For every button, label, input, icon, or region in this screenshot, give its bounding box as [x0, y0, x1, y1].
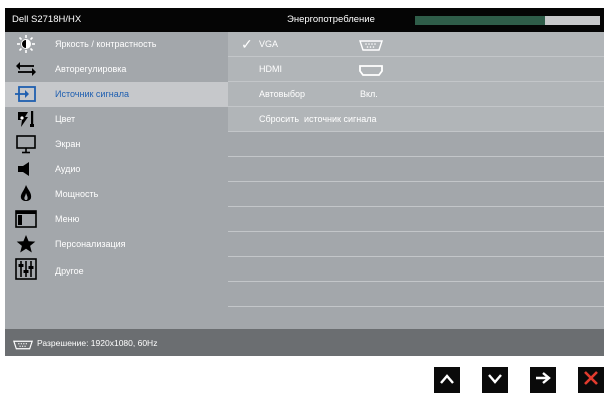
menu-item-input-source[interactable]: Источник сигнала [5, 82, 228, 107]
empty-row [228, 257, 604, 282]
menu-item-menu[interactable]: Меню [5, 207, 228, 232]
vga-port-icon [359, 38, 383, 56]
menu-item-brightness[interactable]: Яркость / контрастность [5, 32, 228, 57]
option-label: HDMI [259, 64, 282, 74]
input-source-icon [15, 83, 37, 105]
menu-item-label: Авторегулировка [55, 64, 127, 74]
down-button[interactable] [482, 367, 508, 393]
chevron-down-icon [488, 371, 502, 389]
monitor-model: Dell S2718H/HX [12, 14, 82, 25]
menu-item-label: Цвет [55, 114, 76, 124]
empty-row [228, 282, 604, 307]
close-icon [584, 370, 598, 390]
menu-item-label: Источник сигнала [55, 89, 129, 99]
menu-item-audio[interactable]: Аудио [5, 157, 228, 182]
option-label: VGA [259, 39, 279, 49]
star-icon [15, 233, 37, 255]
empty-row [228, 207, 604, 232]
energy-meter [415, 16, 600, 25]
energy-meter-fill [415, 16, 545, 25]
menu-item-label: Яркость / контрастность [55, 39, 157, 49]
empty-row [228, 132, 604, 157]
menu-item-display[interactable]: Экран [5, 132, 228, 157]
menu-item-auto-adjust[interactable]: Авторегулировка [5, 57, 228, 82]
menu-item-label: Экран [55, 139, 81, 149]
status-bar: Разрешение: 1920x1080, 60Hz [5, 329, 604, 356]
title-bar: Dell S2718H/HX Энергопотребление [5, 8, 604, 32]
empty-row [228, 157, 604, 182]
energy-label: Энергопотребление [287, 14, 375, 25]
checkmark-icon: ✓ [241, 36, 253, 52]
speaker-icon [15, 158, 37, 180]
menu-item-label: Аудио [55, 164, 81, 174]
chevron-up-icon [440, 371, 454, 389]
menu-icon [15, 208, 37, 230]
menu-item-label: Мощность [55, 189, 99, 199]
auto-select-value: Вкл. [360, 89, 378, 99]
vga-port-icon [13, 337, 33, 355]
up-button[interactable] [434, 367, 460, 393]
option-auto-select[interactable]: Автовыбор Вкл. [228, 82, 604, 107]
power-icon [15, 183, 37, 205]
osd-menu: Dell S2718H/HX Энергопотребление Яркость… [5, 8, 604, 356]
main-menu: Яркость / контрастность Авторегулировка … [5, 32, 228, 329]
osd-buttons [430, 367, 604, 393]
arrow-right-icon [535, 371, 551, 389]
auto-adjust-icon [15, 58, 37, 80]
hdmi-port-icon [359, 63, 383, 81]
menu-item-color[interactable]: Цвет [5, 107, 228, 132]
resolution-text: Разрешение: 1920x1080, 60Hz [37, 338, 158, 348]
brightness-icon [15, 33, 37, 55]
submenu-panel: ✓ VGA HDMI Автовыбор Вкл. Сбросить источ… [228, 32, 604, 329]
empty-row [228, 232, 604, 257]
exit-button[interactable] [578, 367, 604, 393]
option-hdmi[interactable]: HDMI [228, 57, 604, 82]
color-icon [15, 108, 37, 130]
option-label: Автовыбор [259, 89, 306, 99]
menu-item-others[interactable]: Другое [5, 257, 228, 287]
option-reset-input-source[interactable]: Сбросить источник сигнала [228, 107, 604, 132]
menu-item-label: Меню [55, 214, 80, 224]
option-vga[interactable]: ✓ VGA [228, 32, 604, 57]
menu-item-power[interactable]: Мощность [5, 182, 228, 207]
menu-item-label: Другое [55, 266, 84, 276]
sliders-icon [15, 258, 37, 280]
enter-button[interactable] [530, 367, 556, 393]
display-icon [15, 133, 37, 155]
option-label: Сбросить источник сигнала [259, 114, 377, 124]
menu-item-label: Персонализация [55, 239, 126, 249]
menu-item-personalize[interactable]: Персонализация [5, 232, 228, 257]
empty-row [228, 182, 604, 207]
